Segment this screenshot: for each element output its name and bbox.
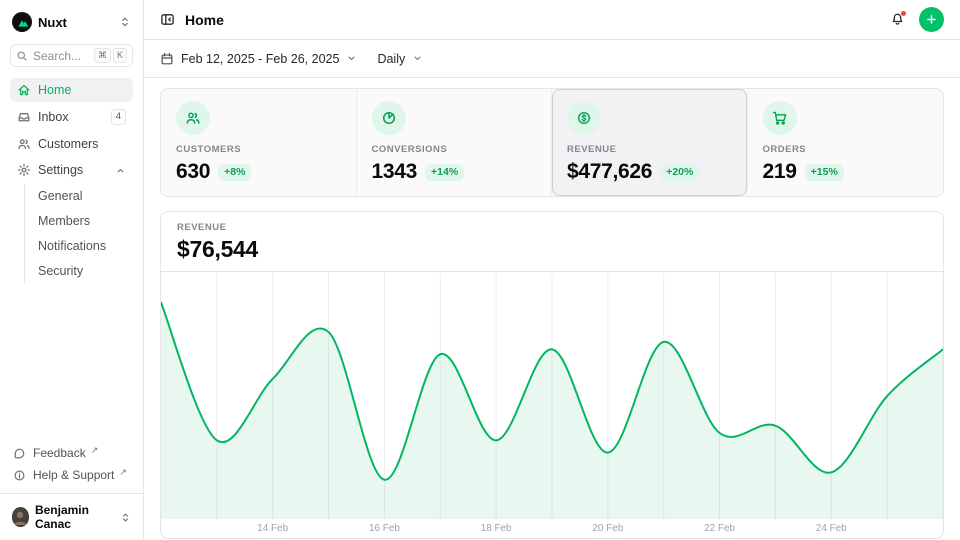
svg-text:16 Feb: 16 Feb xyxy=(369,523,400,534)
kbd-k: K xyxy=(113,48,127,63)
workspace-switcher[interactable]: Nuxt xyxy=(10,8,133,36)
new-item-button[interactable] xyxy=(919,7,944,32)
stat-value: 1343 xyxy=(372,160,418,184)
stat-delta-badge: +14% xyxy=(425,164,464,181)
sidebar-item-general[interactable]: General xyxy=(25,184,133,209)
chat-bubble-icon xyxy=(13,447,26,460)
page-title: Home xyxy=(185,12,224,28)
search-shortcut: ⌘K xyxy=(94,48,127,63)
stat-value: $477,626 xyxy=(567,160,652,184)
settings-subnav: General Members Notifications Security xyxy=(24,184,133,284)
chart-pie-icon xyxy=(372,101,406,135)
sidebar-item-home[interactable]: Home xyxy=(10,78,133,102)
svg-text:22 Feb: 22 Feb xyxy=(704,523,735,534)
period-select[interactable]: Daily xyxy=(377,52,423,66)
search-input[interactable]: Search... ⌘K xyxy=(10,44,133,67)
sidebar-item-label: Inbox xyxy=(38,110,69,124)
user-name: Benjamin Canac xyxy=(35,503,114,531)
cart-icon xyxy=(763,101,797,135)
sidebar: Nuxt Search... ⌘K Home xyxy=(0,0,144,540)
sidebar-item-label: Settings xyxy=(38,163,83,177)
info-circle-icon xyxy=(13,469,26,482)
sidebar-item-members[interactable]: Members xyxy=(25,209,133,234)
stats-row: CUSTOMERS 630 +8% CONVERSIONS 1343 +14% xyxy=(160,88,944,197)
sidebar-spacer xyxy=(10,286,133,442)
stat-label: CONVERSIONS xyxy=(372,144,537,155)
plus-icon xyxy=(925,13,938,26)
stat-value: 219 xyxy=(763,160,797,184)
search-icon xyxy=(16,50,28,62)
sidebar-item-label: Customers xyxy=(38,137,98,151)
stat-delta-badge: +15% xyxy=(805,164,844,181)
sidebar-item-notifications[interactable]: Notifications xyxy=(25,234,133,259)
revenue-area-chart[interactable]: 14 Feb 16 Feb 18 Feb 20 Feb 22 Feb 24 Feb xyxy=(161,272,943,538)
circle-dollar-icon xyxy=(567,101,601,135)
users-icon xyxy=(17,137,31,151)
chevron-up-down-icon xyxy=(120,512,131,523)
sidebar-item-customers[interactable]: Customers xyxy=(10,132,133,156)
stat-delta-badge: +8% xyxy=(218,164,251,181)
inbox-icon xyxy=(17,110,31,124)
external-link-icon: ↗ xyxy=(91,445,99,456)
sidebar-item-security[interactable]: Security xyxy=(25,259,133,284)
svg-text:24 Feb: 24 Feb xyxy=(816,523,847,534)
gear-icon xyxy=(17,163,31,177)
header-actions xyxy=(890,7,944,32)
period-label: Daily xyxy=(377,52,405,66)
workspace-name: Nuxt xyxy=(38,15,67,30)
user-avatar xyxy=(12,507,29,527)
sidebar-nav: Home Inbox 4 Customers Settings xyxy=(10,78,133,286)
feedback-link[interactable]: Feedback ↗ xyxy=(10,442,133,464)
kbd-meta: ⌘ xyxy=(94,48,111,63)
stat-label: REVENUE xyxy=(567,144,732,155)
stat-label: ORDERS xyxy=(763,144,929,155)
chevron-up-down-icon xyxy=(119,16,131,28)
svg-text:14 Feb: 14 Feb xyxy=(257,523,288,534)
notification-dot xyxy=(900,10,907,17)
stat-label: CUSTOMERS xyxy=(176,144,341,155)
svg-text:20 Feb: 20 Feb xyxy=(592,523,623,534)
stat-value: 630 xyxy=(176,160,210,184)
chart-current-value: $76,544 xyxy=(177,236,927,263)
chevron-down-icon xyxy=(346,53,357,64)
chevron-up-icon xyxy=(115,165,126,176)
chart-header: REVENUE $76,544 xyxy=(161,212,943,272)
page-header: Home xyxy=(144,0,960,40)
sidebar-item-label: Home xyxy=(38,83,71,97)
stat-orders[interactable]: ORDERS 219 +15% xyxy=(748,89,944,196)
sidebar-item-settings[interactable]: Settings xyxy=(10,158,133,182)
stat-conversions[interactable]: CONVERSIONS 1343 +14% xyxy=(357,89,553,196)
date-range-label: Feb 12, 2025 - Feb 26, 2025 xyxy=(181,52,339,66)
help-support-label: Help & Support xyxy=(33,468,114,482)
help-support-link[interactable]: Help & Support ↗ xyxy=(10,464,133,486)
chart-title: REVENUE xyxy=(177,222,927,233)
svg-text:18 Feb: 18 Feb xyxy=(481,523,512,534)
sidebar-collapse-button[interactable] xyxy=(160,12,175,27)
date-range-picker[interactable]: Feb 12, 2025 - Feb 26, 2025 xyxy=(160,52,357,66)
main-area: Home Feb 12, 2025 - Feb 26, 2025 xyxy=(144,0,960,540)
feedback-label: Feedback xyxy=(33,446,86,460)
stat-delta-badge: +20% xyxy=(660,164,699,181)
external-link-icon: ↗ xyxy=(119,467,127,478)
home-icon xyxy=(17,83,31,97)
filter-toolbar: Feb 12, 2025 - Feb 26, 2025 Daily xyxy=(144,40,960,78)
calendar-icon xyxy=(160,52,174,66)
nuxt-logo-icon xyxy=(12,12,32,32)
chevron-down-icon xyxy=(412,53,423,64)
sidebar-item-inbox[interactable]: Inbox 4 xyxy=(10,104,133,130)
search-placeholder: Search... xyxy=(33,49,81,63)
stat-revenue[interactable]: REVENUE $477,626 +20% xyxy=(552,89,748,196)
revenue-chart-card: REVENUE $76,544 14 Feb 16 Feb 18 Feb 20 Feb… xyxy=(160,211,944,539)
user-menu[interactable]: Benjamin Canac xyxy=(0,493,143,534)
notifications-button[interactable] xyxy=(890,12,905,27)
stat-customers[interactable]: CUSTOMERS 630 +8% xyxy=(161,89,357,196)
app-root: Nuxt Search... ⌘K Home xyxy=(0,0,960,540)
page-content: CUSTOMERS 630 +8% CONVERSIONS 1343 +14% xyxy=(144,78,960,540)
inbox-count-badge: 4 xyxy=(111,109,126,125)
users-icon xyxy=(176,101,210,135)
